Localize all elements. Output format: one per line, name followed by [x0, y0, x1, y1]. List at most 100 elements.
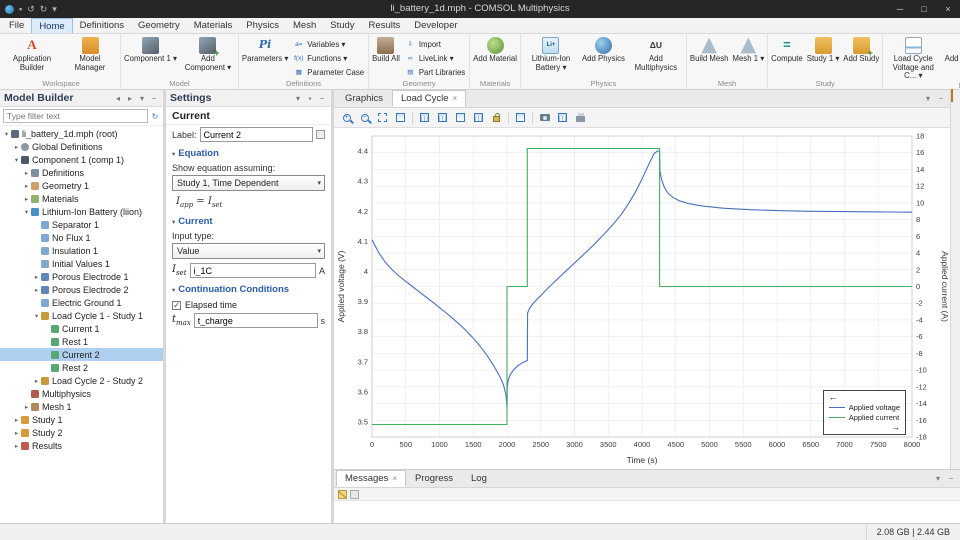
zoom-box-icon[interactable] — [392, 110, 409, 125]
tab-physics[interactable]: Physics — [239, 18, 286, 33]
expander-icon[interactable]: ▸ — [12, 429, 21, 437]
load-cycle-voltage-button[interactable]: Load Cycle Voltage and C... ▾ — [884, 34, 942, 81]
functions-button[interactable]: f(x) Functions ▾ — [290, 51, 367, 65]
tree-item-load-cycle-2[interactable]: ▸Load Cycle 2 - Study 2 — [0, 374, 163, 387]
expander-icon[interactable]: ▸ — [32, 286, 41, 294]
expander-icon[interactable]: ▸ — [22, 403, 31, 411]
tab-log[interactable]: Log — [462, 470, 496, 487]
expander-icon[interactable]: ▾ — [32, 312, 41, 320]
panel-menu-icon[interactable] — [933, 474, 943, 483]
section-current[interactable]: Current — [166, 212, 331, 229]
section-collapse-icon[interactable] — [172, 286, 175, 294]
tree-item-no-flux-1[interactable]: No Flux 1 — [0, 231, 163, 244]
refresh-icon[interactable] — [150, 112, 160, 121]
close-tab-icon[interactable] — [392, 474, 397, 483]
print-icon[interactable] — [572, 110, 589, 125]
plot-area[interactable]: 0500100015002000250030003500400045005000… — [334, 128, 950, 469]
tree-item-study-2[interactable]: ▸Study 2 — [0, 426, 163, 439]
tree-item-current-1[interactable]: Current 1 — [0, 322, 163, 335]
tab-materials[interactable]: Materials — [187, 18, 240, 33]
maximize-button[interactable]: □ — [912, 0, 936, 18]
tree-item-rest-1[interactable]: Rest 1 — [0, 335, 163, 348]
plot-settings-icon[interactable] — [512, 110, 529, 125]
livelink-button[interactable]: ∞ LiveLink ▾ — [402, 51, 468, 65]
tree-item-porous-electrode-2[interactable]: ▸Porous Electrode 2 — [0, 283, 163, 296]
add-study-button[interactable]: Add Study — [841, 34, 881, 79]
export-image-icon[interactable] — [554, 110, 571, 125]
tab-study[interactable]: Study — [323, 18, 361, 33]
study-1-button[interactable]: Study 1 ▾ — [805, 34, 842, 79]
nav-forward-icon[interactable] — [125, 94, 135, 103]
tree-item-materials[interactable]: ▸Materials — [0, 192, 163, 205]
elapsed-time-checkbox[interactable]: Elapsed time — [166, 297, 331, 311]
close-tab-icon[interactable] — [453, 94, 458, 103]
add-plot-group-button[interactable]: Add Plot Group ▾ — [942, 34, 960, 81]
tree-item-separator-1[interactable]: Separator 1 — [0, 218, 163, 231]
zoom-in-icon[interactable] — [338, 110, 355, 125]
tab-geometry[interactable]: Geometry — [131, 18, 187, 33]
tab-graphics[interactable]: Graphics — [336, 90, 392, 107]
tree-item-geometry-1[interactable]: ▸Geometry 1 — [0, 179, 163, 192]
tree-filter-input[interactable] — [3, 109, 148, 123]
mesh-1-button[interactable]: Mesh 1 ▾ — [730, 34, 766, 79]
parameters-button[interactable]: Pi Parameters ▾ — [240, 34, 290, 79]
variables-button[interactable]: a= Variables ▾ — [290, 37, 367, 51]
tab-definitions[interactable]: Definitions — [73, 18, 131, 33]
section-continuation-conditions[interactable]: Continuation Conditions — [166, 280, 331, 297]
label-tag-icon[interactable] — [316, 130, 325, 139]
tree-item-porous-electrode-1[interactable]: ▸Porous Electrode 1 — [0, 270, 163, 283]
compute-button[interactable]: = Compute — [769, 34, 805, 79]
expander-icon[interactable]: ▸ — [22, 182, 31, 190]
tree-item-lithium-ion-battery[interactable]: ▾Lithium-Ion Battery (liion) — [0, 205, 163, 218]
panel-menu-icon[interactable] — [293, 94, 303, 103]
collapse-panel-icon[interactable] — [149, 94, 159, 103]
tree-item-results[interactable]: ▸Results — [0, 439, 163, 452]
expander-icon[interactable]: ▸ — [12, 416, 21, 424]
lithium-ion-battery-button[interactable]: Li+ Lithium-Ion Battery ▾ — [522, 34, 580, 79]
panel-menu-icon[interactable] — [923, 94, 933, 103]
add-physics-button[interactable]: Add Physics — [580, 34, 627, 79]
legend-toggle-icon[interactable] — [452, 110, 469, 125]
quick-access-menu-icon[interactable] — [52, 0, 57, 18]
save-icon[interactable] — [19, 0, 22, 18]
tree-item-mesh-1[interactable]: ▸Mesh 1 — [0, 400, 163, 413]
tab-progress[interactable]: Progress — [406, 470, 462, 487]
grid-toggle-icon[interactable] — [434, 110, 451, 125]
part-libraries-button[interactable]: ▤ Part Libraries — [402, 65, 468, 79]
panel-menu-icon[interactable] — [137, 94, 147, 103]
tab-file[interactable]: File — [2, 18, 31, 33]
expander-icon[interactable]: ▾ — [2, 130, 11, 138]
add-material-button[interactable]: Add Material — [471, 34, 519, 79]
zoom-extents-icon[interactable] — [374, 110, 391, 125]
lock-axes-icon[interactable] — [488, 110, 505, 125]
tree-item-definitions[interactable]: ▸Definitions — [0, 166, 163, 179]
tab-load-cycle[interactable]: Load Cycle — [392, 90, 466, 107]
tree-item-global-definitions[interactable]: ▸Global Definitions — [0, 140, 163, 153]
tree-item-insulation-1[interactable]: Insulation 1 — [0, 244, 163, 257]
expander-icon[interactable]: ▸ — [12, 442, 21, 450]
tmax-input[interactable] — [194, 313, 318, 328]
collapse-panel-icon[interactable] — [936, 94, 946, 103]
copy-messages-icon[interactable] — [350, 490, 359, 499]
snapshot-icon[interactable] — [536, 110, 553, 125]
transparency-icon[interactable] — [470, 110, 487, 125]
tree-item-initial-values-1[interactable]: Initial Values 1 — [0, 257, 163, 270]
tab-messages[interactable]: Messages — [336, 470, 406, 487]
tree-item-load-cycle-1[interactable]: ▾Load Cycle 1 - Study 1 — [0, 309, 163, 322]
tree-item-current-2[interactable]: Current 2 — [0, 348, 163, 361]
minimize-button[interactable]: ─ — [888, 0, 912, 18]
import-button[interactable]: ⇩ Import — [402, 37, 468, 51]
tab-home[interactable]: Home — [31, 18, 72, 33]
add-multiphysics-button[interactable]: ΔU Add Multiphysics — [627, 34, 685, 79]
tree-item-component-1[interactable]: ▾Component 1 (comp 1) — [0, 153, 163, 166]
build-all-button[interactable]: Build All — [370, 34, 402, 79]
tree-item-electric-ground-1[interactable]: Electric Ground 1 — [0, 296, 163, 309]
tab-results[interactable]: Results — [362, 18, 408, 33]
add-component-button[interactable]: Add Component ▾ — [179, 34, 237, 79]
parameter-case-button[interactable]: ▦ Parameter Case — [290, 65, 367, 79]
collapsed-window-icon[interactable] — [951, 89, 953, 102]
application-builder-button[interactable]: A Application Builder — [3, 34, 61, 79]
close-button[interactable]: × — [936, 0, 960, 18]
section-collapse-icon[interactable] — [172, 150, 175, 158]
iset-input[interactable] — [190, 263, 316, 278]
